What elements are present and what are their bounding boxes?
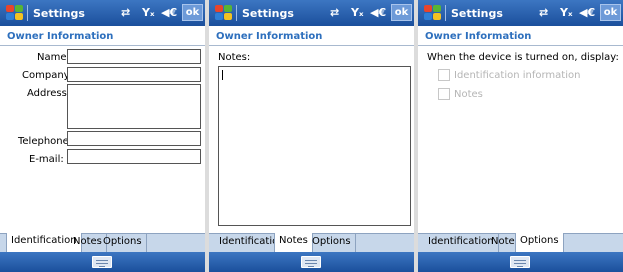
- page-header: Owner Information: [7, 31, 114, 42]
- menu-bar: [418, 252, 623, 272]
- signal-off-icon[interactable]: Yₓ: [142, 6, 155, 19]
- title-divider: [27, 5, 28, 21]
- header-divider: [418, 45, 623, 46]
- title-bar: Settings ⇄ Yₓ ◀€ ok: [0, 0, 205, 26]
- identification-info-checkbox[interactable]: [438, 69, 450, 81]
- identification-info-label: Identification information: [454, 70, 581, 81]
- notes-textarea[interactable]: [218, 66, 411, 226]
- header-divider: [0, 45, 205, 46]
- menu-bar: [209, 252, 414, 272]
- panel-options: Settings ⇄ Yₓ ◀€ ok Owner Information Wh…: [418, 0, 623, 272]
- notes-checkbox[interactable]: [438, 88, 450, 100]
- email-label: E-mail:: [29, 154, 64, 165]
- window-title: Settings: [33, 7, 85, 20]
- telephone-field[interactable]: [67, 131, 201, 146]
- text-caret: [222, 70, 223, 80]
- title-bar: Settings ⇄ Yₓ ◀€ ok: [209, 0, 414, 26]
- notes-checkbox-label: Notes: [454, 89, 483, 100]
- keyboard-icon[interactable]: [510, 256, 530, 268]
- tab-bar: Identification Notes Options: [418, 233, 623, 253]
- email-field[interactable]: [67, 149, 201, 164]
- sync-icon[interactable]: ⇄: [330, 6, 339, 19]
- speaker-icon[interactable]: ◀€: [370, 6, 386, 19]
- title-divider: [445, 5, 446, 21]
- address-label: Address:: [27, 88, 71, 99]
- company-label: Company:: [22, 70, 73, 81]
- ok-button[interactable]: ok: [391, 4, 412, 21]
- windows-start-icon[interactable]: [212, 3, 233, 23]
- sync-icon[interactable]: ⇄: [121, 6, 130, 19]
- window-title: Settings: [451, 7, 503, 20]
- notes-label: Notes:: [218, 52, 251, 63]
- tab-options[interactable]: Options: [515, 233, 564, 253]
- panel-identification: Settings ⇄ Yₓ ◀€ ok Owner Information Na…: [0, 0, 205, 272]
- tab-bar: Identification Notes Options: [0, 233, 205, 253]
- title-divider: [236, 5, 237, 21]
- signal-off-icon[interactable]: Yₓ: [351, 6, 364, 19]
- speaker-icon[interactable]: ◀€: [161, 6, 177, 19]
- windows-start-icon[interactable]: [3, 3, 24, 23]
- window-title: Settings: [242, 7, 294, 20]
- header-divider: [209, 45, 414, 46]
- page-header: Owner Information: [425, 31, 532, 42]
- title-bar: Settings ⇄ Yₓ ◀€ ok: [418, 0, 623, 26]
- address-field[interactable]: [67, 84, 201, 129]
- ok-button[interactable]: ok: [600, 4, 621, 21]
- ok-button[interactable]: ok: [182, 4, 203, 21]
- telephone-label: Telephone:: [18, 136, 73, 147]
- tab-options[interactable]: Options: [308, 234, 356, 252]
- page-header: Owner Information: [216, 31, 323, 42]
- panel-notes: Settings ⇄ Yₓ ◀€ ok Owner Information No…: [209, 0, 414, 272]
- company-field[interactable]: [67, 67, 201, 82]
- display-prompt: When the device is turned on, display:: [427, 52, 619, 63]
- keyboard-icon[interactable]: [301, 256, 321, 268]
- speaker-icon[interactable]: ◀€: [579, 6, 595, 19]
- signal-off-icon[interactable]: Yₓ: [560, 6, 573, 19]
- windows-start-icon[interactable]: [421, 3, 442, 23]
- keyboard-icon[interactable]: [92, 256, 112, 268]
- name-label: Name:: [37, 52, 70, 63]
- tab-bar: Identification Notes Options: [209, 233, 414, 253]
- menu-bar: [0, 252, 205, 272]
- sync-icon[interactable]: ⇄: [539, 6, 548, 19]
- name-field[interactable]: [67, 49, 201, 64]
- tab-options[interactable]: Options: [99, 234, 147, 252]
